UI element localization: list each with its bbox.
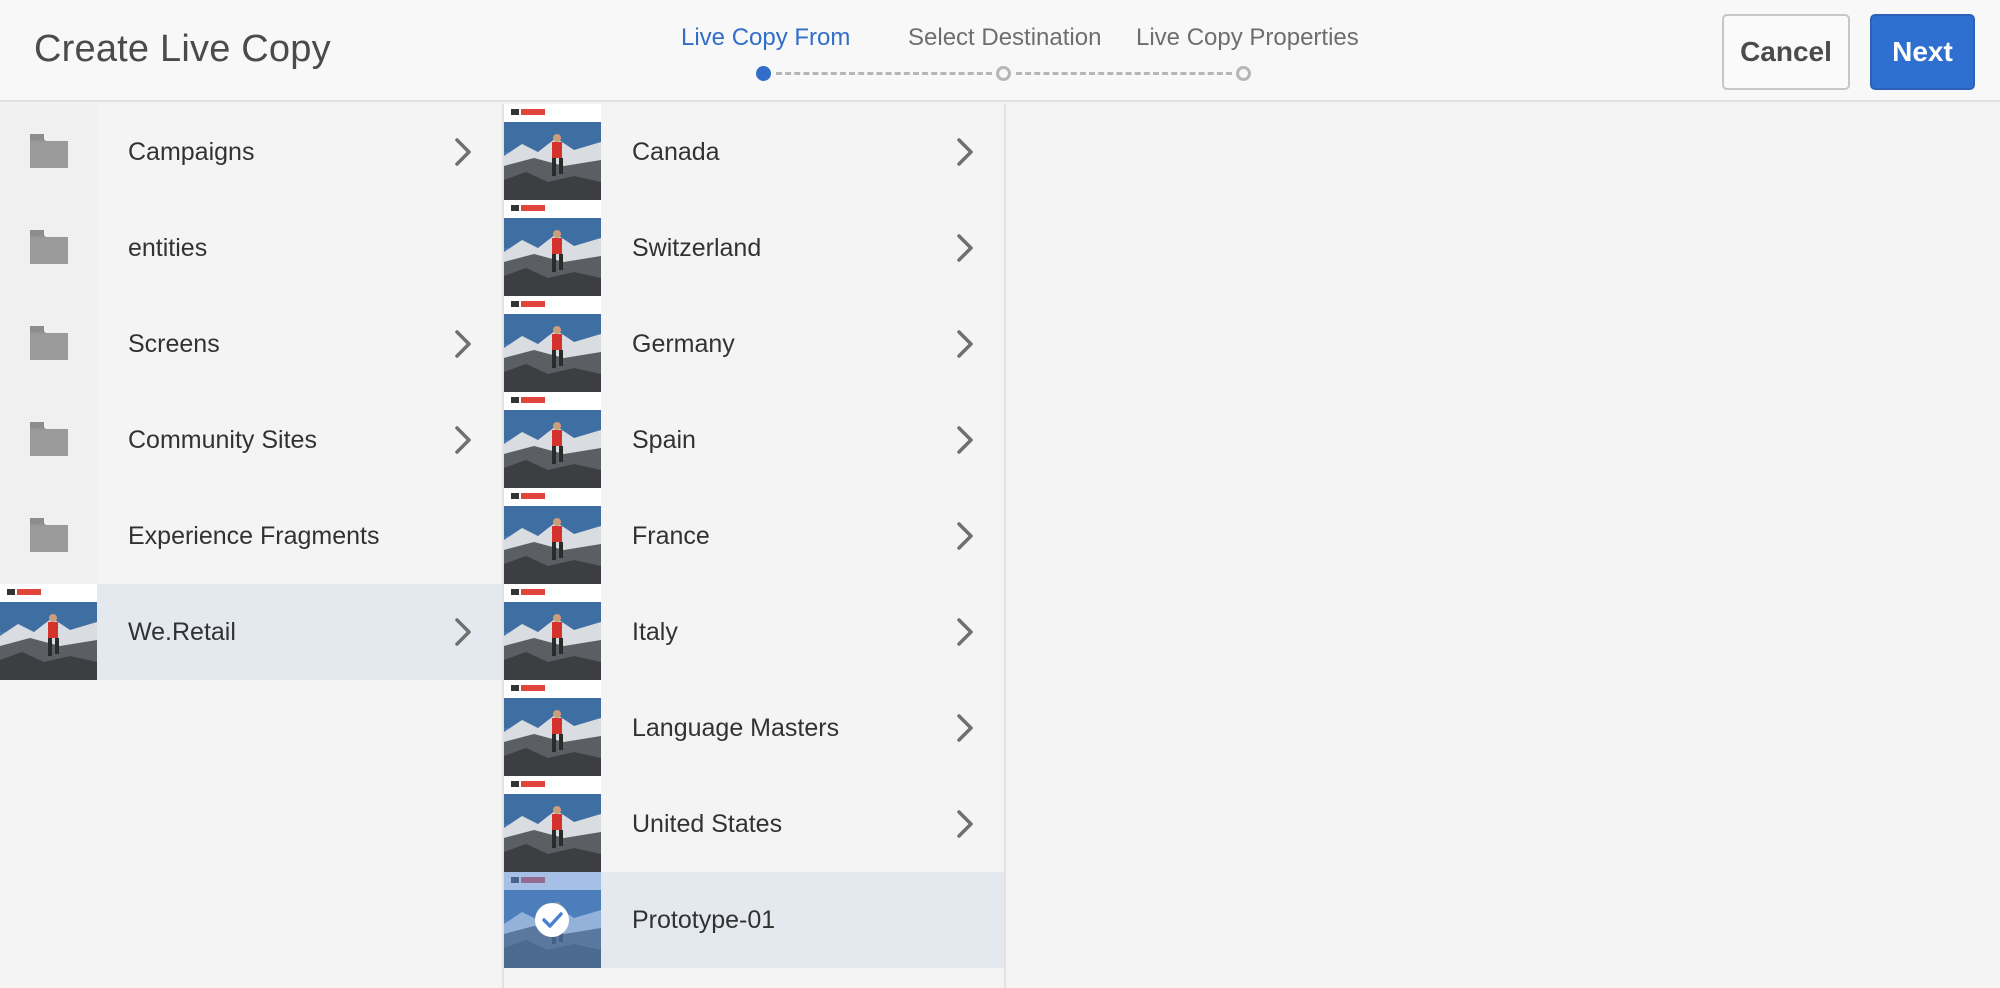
checkmark-icon [535, 903, 569, 937]
step-indicator [1236, 66, 1251, 81]
chevron-right-icon [957, 426, 973, 454]
selection-overlay [504, 872, 601, 968]
chevron-right-icon [455, 618, 471, 646]
item-icon-cell [504, 680, 601, 776]
list-item[interactable]: Screens [0, 296, 502, 392]
item-icon-cell [504, 392, 601, 488]
list-item[interactable]: Spain [504, 392, 1004, 488]
item-icon-cell [0, 104, 97, 200]
chevron-right-icon [957, 810, 973, 838]
column-view-root: Campaigns entities Screens Community Sit… [0, 104, 504, 988]
chevron-right-icon [455, 426, 471, 454]
step-live-copy-properties[interactable]: Live Copy Properties [1136, 24, 1359, 52]
step-connector [776, 72, 992, 75]
folder-icon [30, 134, 68, 168]
folder-icon [30, 326, 68, 360]
folder-icon [30, 230, 68, 264]
list-item[interactable]: Italy [504, 584, 1004, 680]
list-item-label: Spain [632, 425, 696, 454]
list-item-label: Campaigns [128, 137, 255, 166]
site-thumbnail [504, 200, 601, 296]
list-item-label: We.Retail [128, 617, 236, 646]
step-connector [1016, 72, 1232, 75]
chevron-right-icon [455, 330, 471, 358]
create-live-copy-wizard: Create Live Copy Live Copy From Select D… [0, 0, 2000, 988]
list-item[interactable]: Experience Fragments [0, 488, 502, 584]
list-item-label: Canada [632, 137, 720, 166]
list-item[interactable]: Prototype-01 [504, 872, 1004, 968]
next-button[interactable]: Next [1870, 14, 1975, 90]
list-item[interactable]: Canada [504, 104, 1004, 200]
list-item[interactable]: We.Retail [0, 584, 502, 680]
list-item[interactable]: Language Masters [504, 680, 1004, 776]
list-item-label: Italy [632, 617, 678, 646]
list-item[interactable]: France [504, 488, 1004, 584]
step-indicator [996, 66, 1011, 81]
chevron-right-icon [957, 618, 973, 646]
column-view-we-retail: Canada Switzerland Germany Spain France … [504, 104, 1006, 988]
item-icon-cell [0, 296, 97, 392]
list-item[interactable]: United States [504, 776, 1004, 872]
cancel-button[interactable]: Cancel [1722, 14, 1850, 90]
list-item[interactable]: Germany [504, 296, 1004, 392]
list-item-label: Experience Fragments [128, 521, 380, 550]
wizard-header: Create Live Copy Live Copy From Select D… [0, 0, 2000, 102]
item-icon-cell [504, 200, 601, 296]
step-select-destination[interactable]: Select Destination [908, 24, 1101, 52]
item-icon-cell [0, 584, 97, 680]
list-item[interactable]: Community Sites [0, 392, 502, 488]
step-live-copy-from[interactable]: Live Copy From [681, 24, 850, 52]
chevron-right-icon [957, 714, 973, 742]
list-item-label: Switzerland [632, 233, 762, 262]
site-thumbnail [504, 392, 601, 488]
site-thumbnail [504, 488, 601, 584]
list-item[interactable]: Switzerland [504, 200, 1004, 296]
list-item-label: entities [128, 233, 208, 262]
site-thumbnail [504, 104, 601, 200]
list-item-label: Germany [632, 329, 735, 358]
list-item[interactable]: entities [0, 200, 502, 296]
chevron-right-icon [957, 522, 973, 550]
item-icon-cell [0, 200, 97, 296]
item-icon-cell [504, 104, 601, 200]
chevron-right-icon [455, 138, 471, 166]
site-thumbnail [0, 584, 97, 680]
site-thumbnail [504, 584, 601, 680]
list-item[interactable]: Campaigns [0, 104, 502, 200]
site-thumbnail [504, 296, 601, 392]
list-item-label: Community Sites [128, 425, 317, 454]
item-icon-cell [504, 488, 601, 584]
list-item-label: Prototype-01 [632, 905, 776, 934]
column-view-empty [1008, 104, 2000, 988]
chevron-right-icon [957, 330, 973, 358]
chevron-right-icon [957, 234, 973, 262]
item-icon-cell [504, 584, 601, 680]
list-item-label: Language Masters [632, 713, 840, 742]
list-item-label: France [632, 521, 710, 550]
folder-icon [30, 422, 68, 456]
wizard-steps: Live Copy From Select Destination Live C… [0, 0, 2000, 102]
folder-icon [30, 518, 68, 552]
item-icon-cell [0, 488, 97, 584]
site-thumbnail [504, 776, 601, 872]
item-icon-cell [504, 776, 601, 872]
list-item-label: United States [632, 809, 783, 838]
step-indicator-active [756, 66, 771, 81]
chevron-right-icon [957, 138, 973, 166]
site-thumbnail [504, 680, 601, 776]
item-icon-cell [504, 872, 601, 968]
item-icon-cell [0, 392, 97, 488]
list-item-label: Screens [128, 329, 220, 358]
item-icon-cell [504, 296, 601, 392]
